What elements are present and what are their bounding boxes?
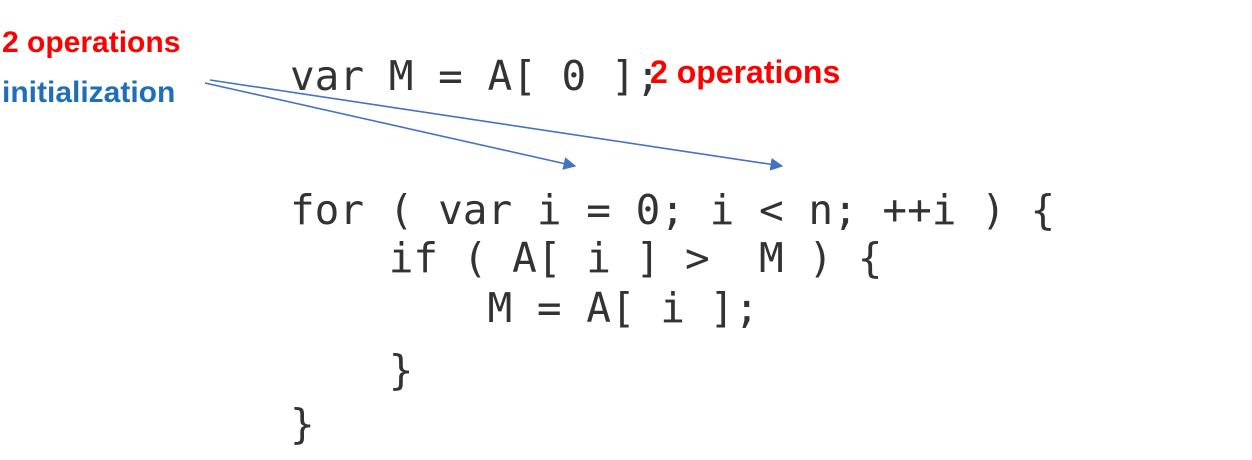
initialization-annotation: initialization: [2, 76, 176, 109]
operations-annotation-line1: 2 operations: [650, 54, 841, 90]
code-line-5: }: [290, 346, 414, 394]
code-line-2: for ( var i = 0; i < n; ++i ) {: [290, 186, 1056, 234]
operations-annotation-top: 2 operations: [2, 26, 181, 59]
code-line-4: M = A[ i ];: [290, 284, 759, 332]
code-line-1: var M = A[ 0 ];: [290, 52, 661, 100]
code-line-6: }: [290, 400, 315, 448]
code-slide: 2 operations initialization var M = A[ 0…: [0, 0, 1252, 460]
code-line-3: if ( A[ i ] > M ) {: [290, 234, 883, 282]
